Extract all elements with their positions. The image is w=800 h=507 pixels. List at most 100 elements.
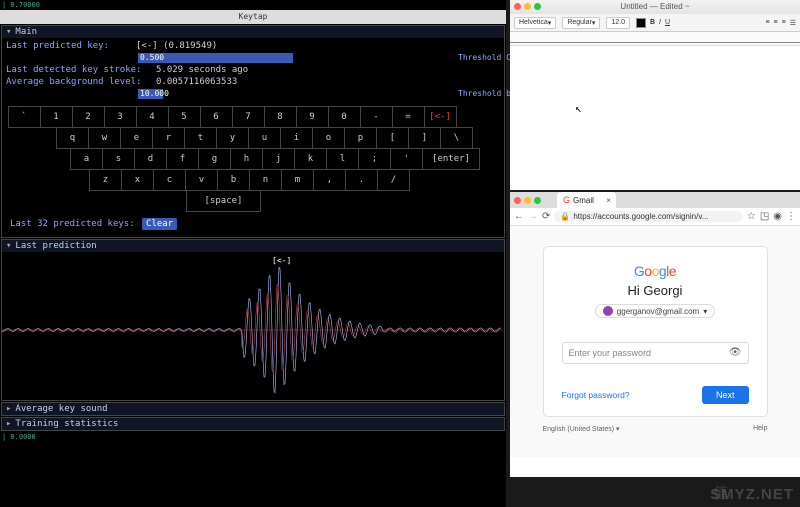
document-body[interactable]: ↖	[510, 46, 800, 186]
align-left-icon[interactable]: ≡	[765, 19, 769, 26]
password-input[interactable]: Enter your password 👁	[562, 342, 749, 364]
key-[interactable]: \	[440, 127, 473, 149]
url-bar: ← → ⟳ 🔒 https://accounts.google.com/sign…	[510, 208, 800, 226]
key-7[interactable]: 7	[232, 106, 265, 128]
eye-icon[interactable]: 👁	[729, 347, 742, 358]
key-space[interactable]: [space]	[186, 190, 261, 212]
key-l[interactable]: l	[326, 148, 359, 170]
key-[interactable]: ,	[313, 169, 346, 191]
back-icon[interactable]: ←	[514, 211, 524, 222]
key-j[interactable]: j	[262, 148, 295, 170]
traffic-lights[interactable]	[514, 3, 541, 10]
key-u[interactable]: u	[248, 127, 281, 149]
color-picker-icon[interactable]	[636, 18, 646, 28]
key-z[interactable]: z	[89, 169, 122, 191]
italic-icon[interactable]: I	[659, 19, 661, 26]
key-[interactable]: [	[376, 127, 409, 149]
key-[interactable]: .	[345, 169, 378, 191]
align-right-icon[interactable]: ≡	[782, 19, 786, 26]
lock-icon: 🔒	[560, 212, 570, 221]
cursor-icon: ↖	[575, 102, 582, 115]
key-9[interactable]: 9	[296, 106, 329, 128]
key-enter[interactable]: [enter]	[422, 148, 480, 170]
font-select[interactable]: Helvetica ▾	[514, 17, 556, 29]
threshold-bg-slider[interactable]: 10.000 Threshold background	[138, 89, 448, 99]
help-link[interactable]: Help	[753, 425, 767, 433]
stats-bottom: | 0.0000	[0, 432, 506, 442]
address-input[interactable]: 🔒 https://accounts.google.com/signin/v..…	[554, 211, 742, 222]
close-icon[interactable]: ×	[606, 196, 611, 205]
underline-icon[interactable]: U	[665, 19, 670, 26]
key-f[interactable]: f	[166, 148, 199, 170]
key-[interactable]: [<-]	[424, 106, 457, 128]
greeting: Hi Georgi	[628, 283, 683, 298]
key-8[interactable]: 8	[264, 106, 297, 128]
key-[interactable]: ;	[358, 148, 391, 170]
traffic-lights[interactable]	[514, 197, 541, 204]
key-v[interactable]: v	[185, 169, 218, 191]
editor-title: Untitled — Edited ~	[510, 0, 800, 14]
bold-icon[interactable]: B	[650, 19, 655, 26]
key-w[interactable]: w	[88, 127, 121, 149]
watermark: SMYZ.NET	[710, 486, 794, 503]
reload-icon[interactable]: ⟳	[542, 211, 550, 222]
key-5[interactable]: 5	[168, 106, 201, 128]
pred32-label: Last 32 predicted keys:	[10, 219, 135, 229]
language-select[interactable]: English (United States) ▾	[543, 425, 620, 433]
key-q[interactable]: q	[56, 127, 89, 149]
key-d[interactable]: d	[134, 148, 167, 170]
key-t[interactable]: t	[184, 127, 217, 149]
key-p[interactable]: p	[344, 127, 377, 149]
extension-icon[interactable]: ◳	[760, 211, 769, 222]
align-center-icon[interactable]: ≡	[774, 19, 778, 26]
key-1[interactable]: 1	[40, 106, 73, 128]
key-0[interactable]: 0	[328, 106, 361, 128]
star-icon[interactable]: ☆	[747, 211, 756, 222]
key-[interactable]: /	[377, 169, 410, 191]
threshold-cc-slider[interactable]: 0.500 Threshold CC	[138, 53, 448, 63]
browser-window: G Gmail × ← → ⟳ 🔒 https://accounts.googl…	[510, 192, 800, 477]
main-section: ▾Main Last predicted key: [<-] (0.819549…	[1, 25, 505, 238]
key-[interactable]: =	[392, 106, 425, 128]
key-y[interactable]: y	[216, 127, 249, 149]
key-4[interactable]: 4	[136, 106, 169, 128]
key-[interactable]: -	[360, 106, 393, 128]
list-icon[interactable]: ☰	[790, 19, 796, 27]
tab-gmail[interactable]: G Gmail ×	[557, 192, 616, 208]
profile-icon[interactable]: ◉	[773, 211, 782, 222]
size-select[interactable]: 12.0	[606, 17, 630, 29]
key-k[interactable]: k	[294, 148, 327, 170]
key-3[interactable]: 3	[104, 106, 137, 128]
chevron-right-icon[interactable]: ▸	[6, 404, 11, 414]
style-select[interactable]: Regular ▾	[562, 17, 600, 29]
last-key-label: Last predicted key:	[6, 41, 126, 51]
key-n[interactable]: n	[249, 169, 282, 191]
key-a[interactable]: a	[70, 148, 103, 170]
key-c[interactable]: c	[153, 169, 186, 191]
key-2[interactable]: 2	[72, 106, 105, 128]
menu-icon[interactable]: ⋮	[786, 211, 796, 222]
key-x[interactable]: x	[121, 169, 154, 191]
key-m[interactable]: m	[281, 169, 314, 191]
chevron-down-icon[interactable]: ▾	[6, 241, 11, 251]
key-o[interactable]: o	[312, 127, 345, 149]
key-[interactable]: `	[8, 106, 41, 128]
key-g[interactable]: g	[198, 148, 231, 170]
account-chip[interactable]: ggerganov@gmail.com ▾	[595, 304, 715, 318]
key-[interactable]: ]	[408, 127, 441, 149]
key-i[interactable]: i	[280, 127, 313, 149]
forgot-link[interactable]: Forgot password?	[562, 390, 630, 400]
forward-icon[interactable]: →	[528, 211, 538, 222]
key-b[interactable]: b	[217, 169, 250, 191]
clear-button[interactable]: Clear	[142, 218, 177, 230]
key-h[interactable]: h	[230, 148, 263, 170]
next-button[interactable]: Next	[702, 386, 749, 404]
key-s[interactable]: s	[102, 148, 135, 170]
key-e[interactable]: e	[120, 127, 153, 149]
key-6[interactable]: 6	[200, 106, 233, 128]
training-section: ▸Training statistics	[1, 417, 505, 431]
key-[interactable]: '	[390, 148, 423, 170]
key-r[interactable]: r	[152, 127, 185, 149]
chevron-right-icon[interactable]: ▸	[6, 419, 11, 429]
chevron-down-icon[interactable]: ▾	[6, 27, 11, 37]
